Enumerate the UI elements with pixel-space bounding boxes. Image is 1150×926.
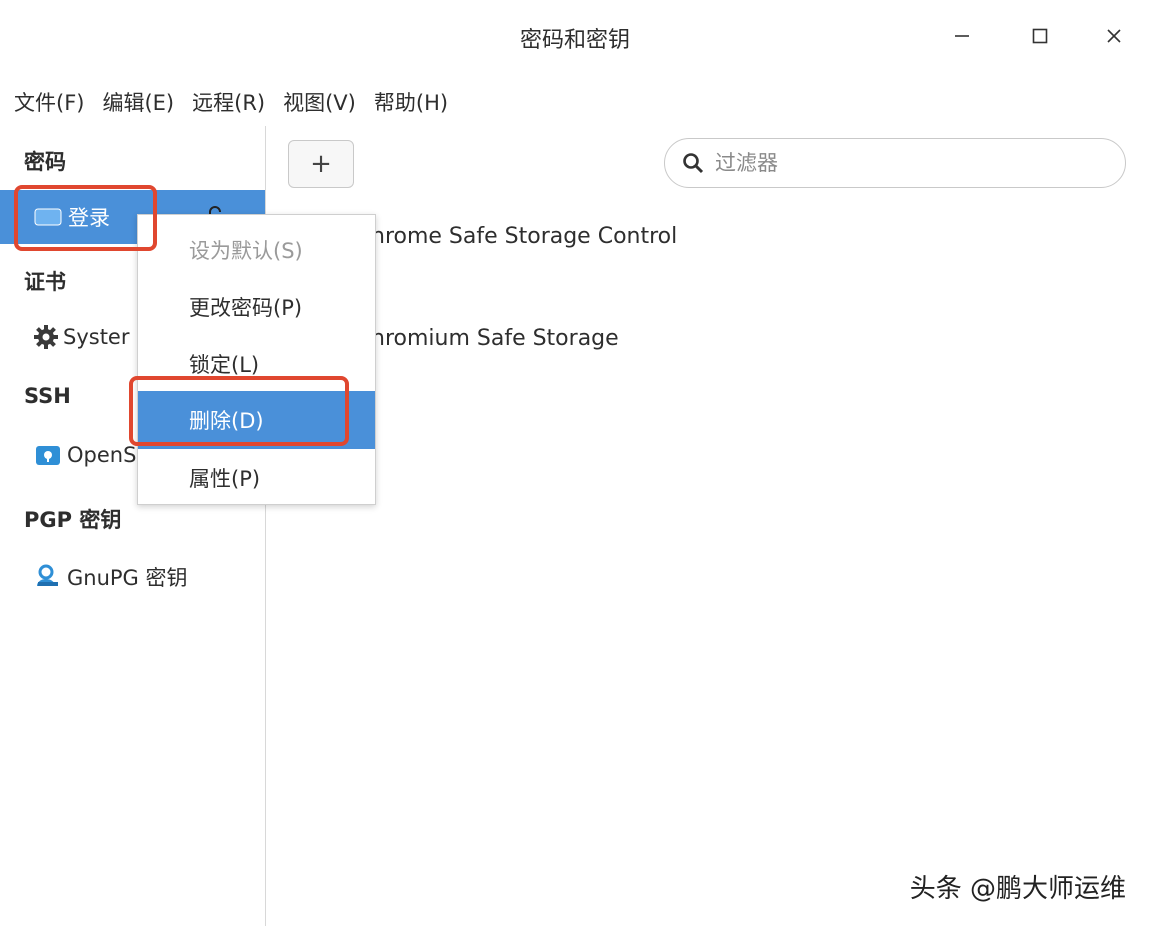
menu-view[interactable]: 视图(V) bbox=[283, 87, 356, 117]
title-bar: 密码和密钥 bbox=[0, 0, 1150, 72]
section-certificates: 证书 bbox=[24, 270, 66, 294]
entry-label: hrome Safe Storage Control bbox=[371, 223, 678, 249]
person-key-icon bbox=[37, 564, 58, 586]
menu-item-change-password[interactable]: 更改密码(P) bbox=[138, 278, 375, 336]
menu-item-label: 设为默认(S) bbox=[189, 239, 303, 263]
menu-help[interactable]: 帮助(H) bbox=[374, 87, 448, 117]
annotation-highlight-delete bbox=[129, 376, 349, 446]
gear-icon bbox=[34, 325, 58, 349]
annotation-highlight-login bbox=[14, 185, 157, 251]
sidebar-item-label: OpenS bbox=[67, 443, 137, 467]
menu-edit[interactable]: 编辑(E) bbox=[102, 87, 174, 117]
section-pgp: PGP 密钥 bbox=[24, 508, 122, 532]
section-ssh: SSH bbox=[24, 384, 71, 408]
filter-field[interactable] bbox=[664, 138, 1126, 188]
folder-key-icon bbox=[36, 446, 60, 465]
minimize-icon bbox=[955, 35, 969, 37]
sidebar-item-label: Syster bbox=[63, 325, 130, 349]
add-button[interactable]: + bbox=[288, 140, 354, 188]
search-input[interactable] bbox=[713, 150, 1097, 176]
context-menu: 设为默认(S) 更改密码(P) 锁定(L) 删除(D) 属性(P) bbox=[137, 214, 376, 505]
maximize-button[interactable] bbox=[1020, 16, 1060, 56]
list-item[interactable]: hromium Safe Storage bbox=[270, 308, 1150, 368]
watermark: 头条 @鹏大师运维 bbox=[909, 874, 1126, 904]
section-passwords: 密码 bbox=[24, 150, 66, 174]
search-icon bbox=[683, 153, 704, 174]
close-button[interactable] bbox=[1094, 16, 1134, 56]
sidebar-item-gnupg[interactable]: GnuPG 密钥 bbox=[0, 550, 265, 604]
menu-item-properties[interactable]: 属性(P) bbox=[138, 449, 375, 507]
menu-item-label: 更改密码(P) bbox=[189, 296, 303, 320]
menu-bar: 文件(F) 编辑(E) 远程(R) 视图(V) 帮助(H) bbox=[0, 80, 452, 124]
close-icon bbox=[1107, 29, 1121, 43]
minimize-button[interactable] bbox=[942, 16, 982, 56]
menu-remote[interactable]: 远程(R) bbox=[192, 87, 265, 117]
entry-label: hromium Safe Storage bbox=[371, 325, 619, 351]
menu-file[interactable]: 文件(F) bbox=[14, 87, 84, 117]
maximize-icon bbox=[1032, 28, 1048, 44]
menu-item-label: 锁定(L) bbox=[189, 353, 260, 377]
menu-item-set-default: 设为默认(S) bbox=[138, 221, 375, 279]
list-item[interactable]: hrome Safe Storage Control bbox=[270, 206, 1150, 266]
sidebar-item-label: GnuPG 密钥 bbox=[67, 566, 188, 590]
menu-item-label: 属性(P) bbox=[189, 467, 261, 491]
